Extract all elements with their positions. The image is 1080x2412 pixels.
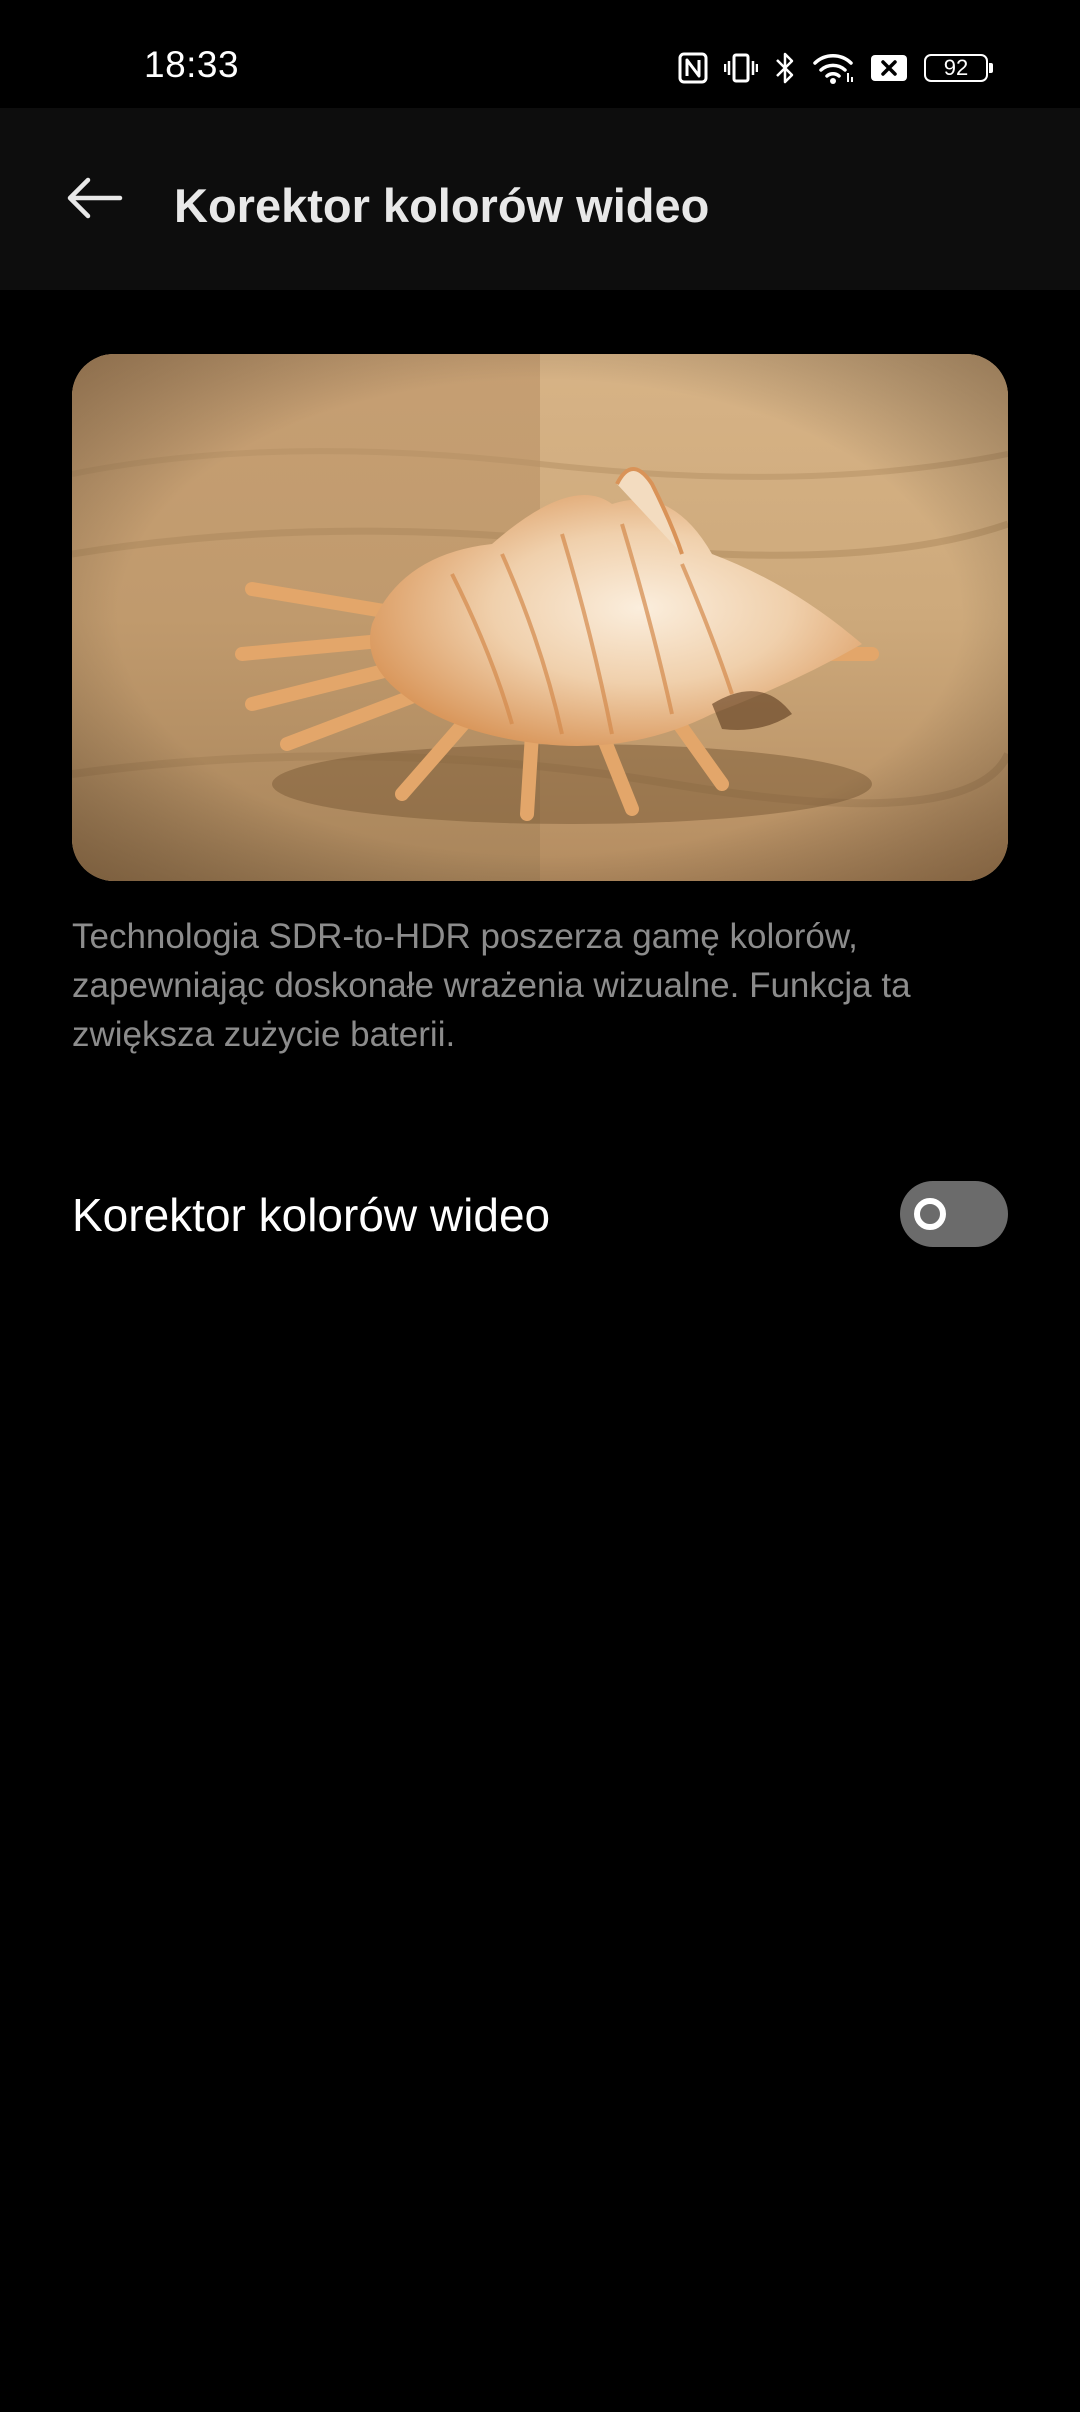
status-icons: 92 <box>678 46 993 90</box>
seashell-image <box>72 354 1008 881</box>
status-time: 18:33 <box>144 44 240 85</box>
video-color-corrector-setting[interactable]: Korektor kolorów wideo <box>0 1150 1080 1280</box>
vibrate-icon <box>724 52 758 84</box>
switch-thumb <box>914 1198 946 1230</box>
status-bar: 18:33 92 <box>0 0 1080 108</box>
arrow-left-icon <box>64 176 124 225</box>
battery-icon: 92 <box>924 54 993 82</box>
battery-level: 92 <box>943 55 969 80</box>
page-title: Korektor kolorów wideo <box>174 179 710 232</box>
feature-description: Technologia SDR-to-HDR poszerza gamę kol… <box>72 917 911 1054</box>
back-button[interactable] <box>52 166 136 234</box>
video-color-corrector-switch[interactable] <box>900 1181 1008 1247</box>
sim-off-icon <box>870 53 908 83</box>
nfc-icon <box>678 52 708 84</box>
setting-label: Korektor kolorów wideo <box>72 1189 551 1241</box>
wifi-icon <box>812 51 854 85</box>
screen: 18:33 92 Korektor kolorów wideo Technolo… <box>0 0 1080 2412</box>
bluetooth-icon <box>774 51 796 85</box>
top-app-bar: Korektor kolorów wideo <box>0 108 1080 290</box>
preview-image <box>72 354 1008 881</box>
